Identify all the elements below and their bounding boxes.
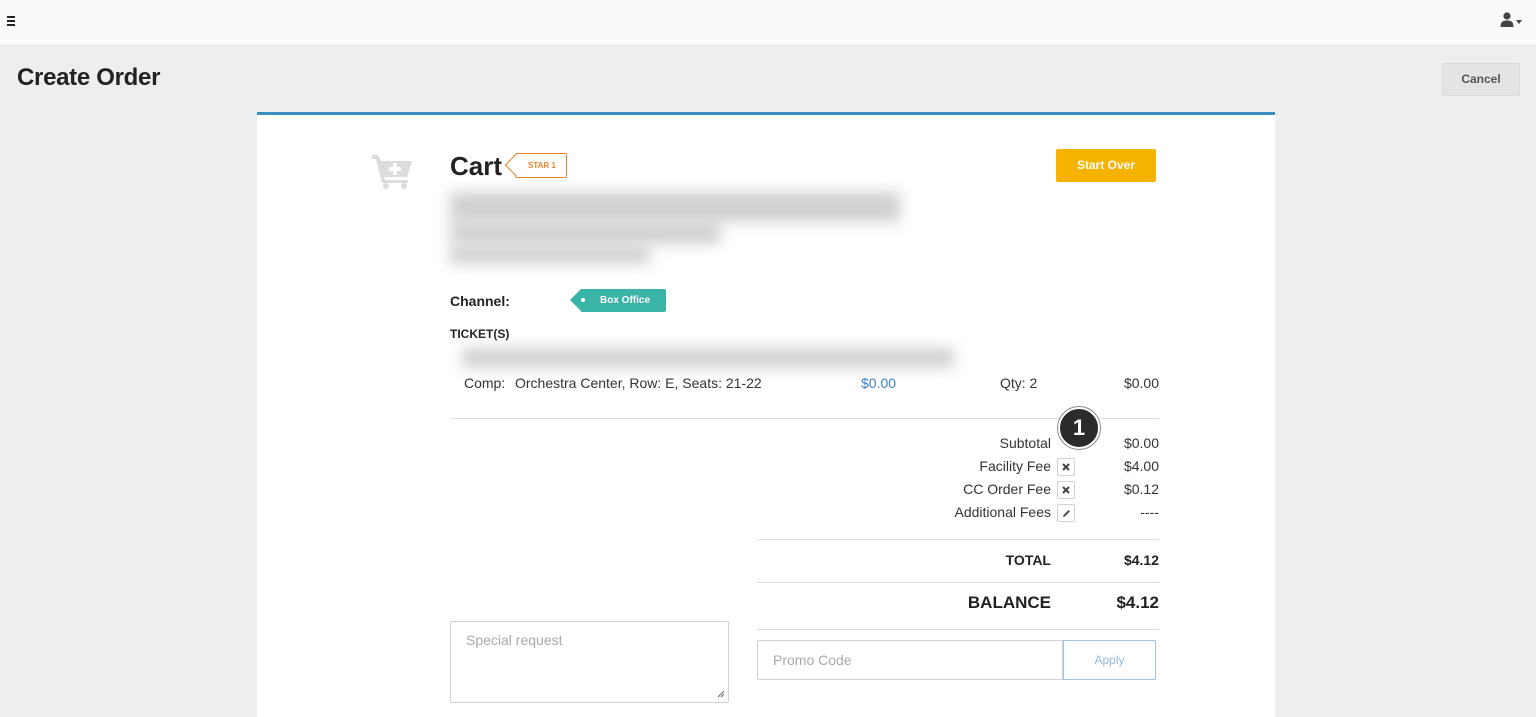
- cc-order-fee-value: $0.12: [1123, 481, 1159, 497]
- balance-label: BALANCE: [967, 593, 1051, 612]
- special-request-field[interactable]: [450, 621, 729, 703]
- remove-cc-order-fee-button[interactable]: [1057, 481, 1075, 499]
- tickets-heading: TICKET(S): [450, 327, 510, 341]
- remove-facility-fee-button[interactable]: [1057, 458, 1075, 476]
- channel-badge: Box Office: [569, 289, 667, 312]
- ticket-type: Comp:: [464, 375, 506, 391]
- facility-fee-value: $4.00: [1123, 458, 1159, 474]
- total-value: $4.12: [1123, 552, 1159, 568]
- balance-value: $4.12: [1116, 593, 1159, 612]
- tag-badge: STAR 1: [515, 153, 567, 178]
- ticket-price-link[interactable]: $0.00: [861, 375, 896, 391]
- edit-additional-fees-button[interactable]: [1057, 504, 1075, 522]
- redacted-event-info: [450, 246, 650, 264]
- apply-promo-button[interactable]: Apply: [1063, 640, 1156, 680]
- ticket-qty: Qty: 2: [1000, 375, 1038, 391]
- total-label: TOTAL: [1005, 552, 1051, 568]
- user-menu[interactable]: [1500, 12, 1522, 32]
- cancel-button[interactable]: Cancel: [1442, 63, 1520, 96]
- divider: [757, 539, 1159, 540]
- pencil-icon: [1062, 509, 1070, 517]
- chevron-down-icon: [1516, 20, 1522, 24]
- ticket-total: $0.00: [1123, 375, 1159, 391]
- top-navbar: [0, 0, 1536, 46]
- additional-fees-value: ----: [1140, 504, 1159, 520]
- channel-label: Channel:: [450, 293, 510, 309]
- remove-icon: [1062, 486, 1070, 494]
- page-title: Create Order: [17, 64, 161, 91]
- user-icon: [1500, 12, 1514, 27]
- cart-title: Cart: [450, 151, 503, 181]
- resize-handle-icon[interactable]: [717, 690, 725, 698]
- start-over-button[interactable]: Start Over: [1056, 149, 1156, 182]
- redacted-event-info: [450, 222, 720, 244]
- tag-label: STAR 1: [528, 161, 556, 170]
- promo-code-input[interactable]: [757, 640, 1063, 680]
- subtotal-label: Subtotal: [999, 435, 1051, 451]
- cc-order-fee-label: CC Order Fee: [963, 481, 1051, 497]
- add-to-cart-icon: [372, 155, 412, 189]
- additional-fees-label: Additional Fees: [954, 504, 1051, 520]
- ticket-description: Orchestra Center, Row: E, Seats: 21-22: [515, 375, 762, 391]
- remove-icon: [1062, 463, 1070, 471]
- divider: [450, 418, 1159, 419]
- redacted-event-info: [450, 192, 900, 222]
- facility-fee-label: Facility Fee: [979, 458, 1051, 474]
- step-callout-badge: 1: [1058, 407, 1100, 449]
- hamburger-icon[interactable]: [7, 14, 19, 32]
- divider: [757, 629, 1159, 630]
- divider: [757, 582, 1159, 583]
- redacted-ticket-info: [462, 348, 954, 368]
